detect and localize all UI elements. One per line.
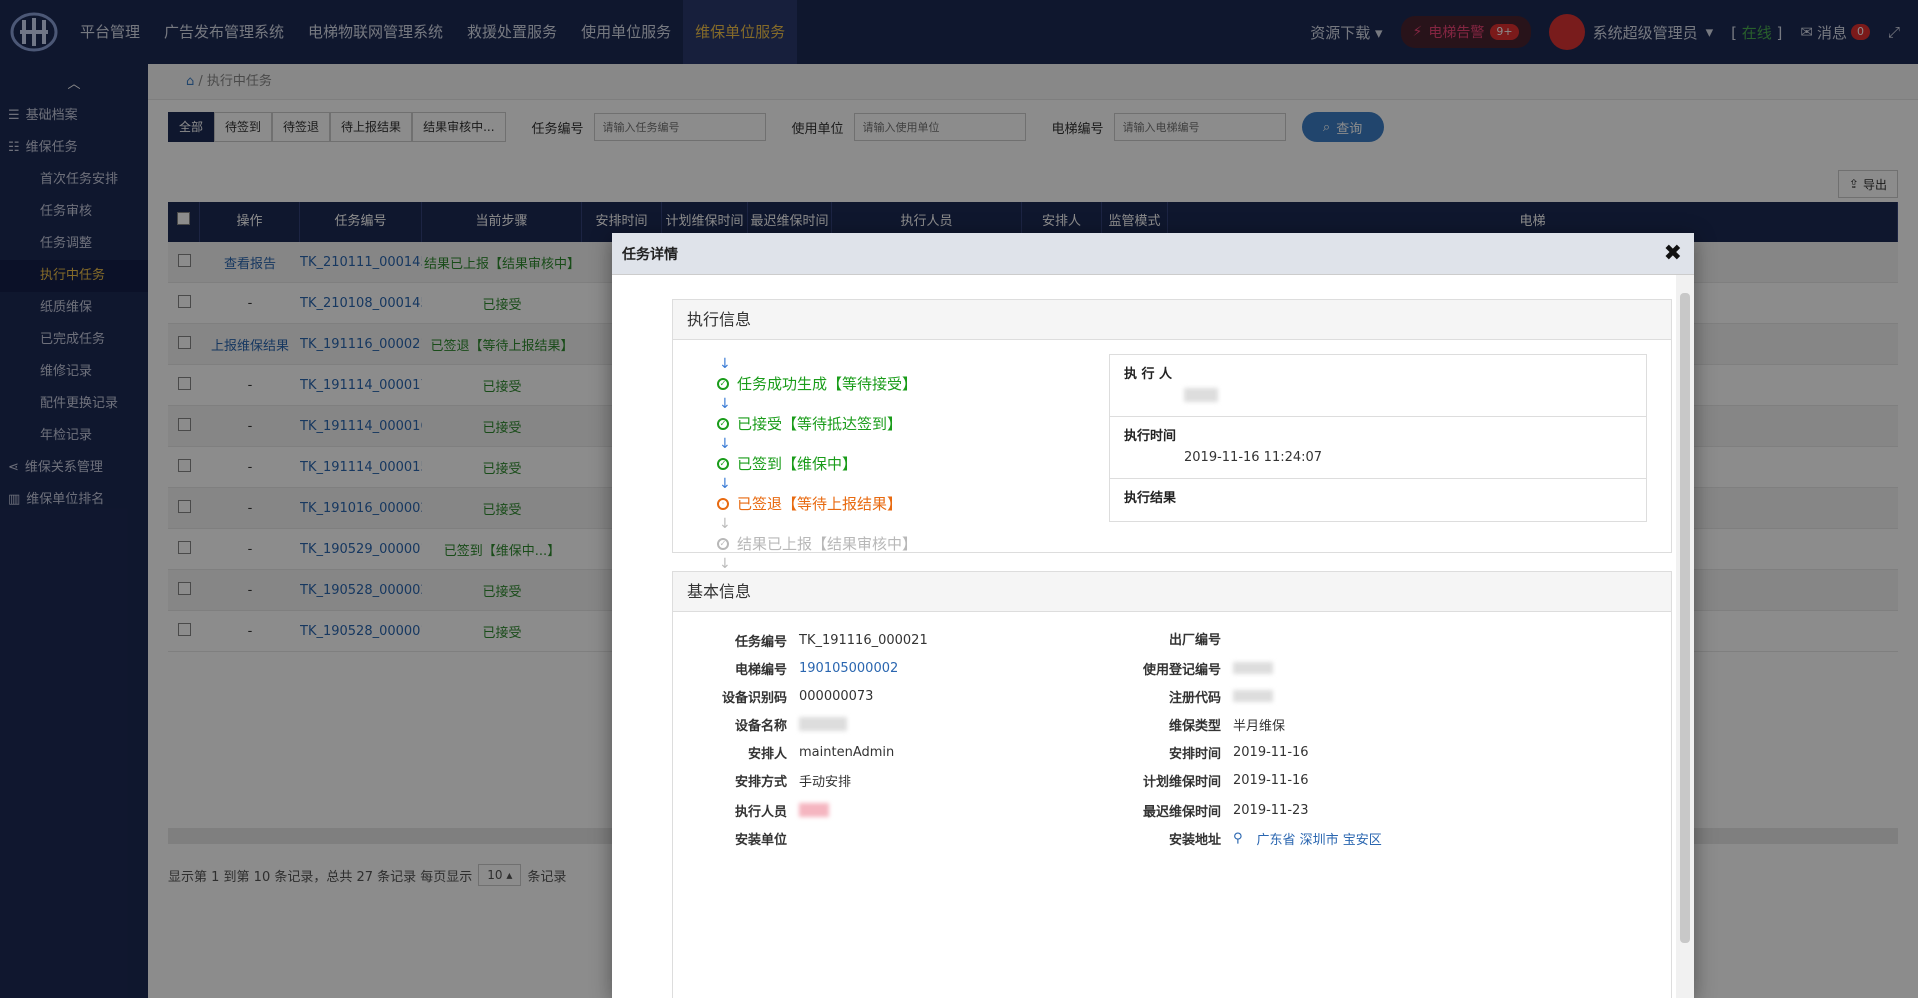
step-check-icon: ✓ (717, 458, 729, 470)
info-row-left: 安装单位 (673, 826, 799, 850)
step-arrow-icon: ↓ (719, 476, 731, 492)
modal-header: 任务详情 ✖ (612, 233, 1694, 275)
exec-time-row: 执行时间 2019-11-16 11:24:07 (1110, 417, 1646, 479)
info-row-right: 出厂编号 (1073, 626, 1233, 650)
exec-result-row: 执行结果 (1110, 479, 1646, 521)
info-row-right: 注册代码 (1073, 684, 1273, 708)
info-row-right: 安装地址 ⚲ 广东省 深圳市 宝安区 (1073, 826, 1382, 850)
task-detail-modal: 任务详情 ✖ 执行信息 ↓ ✓ 任务成功生成【等待接受】 ↓ ✓ 已接受【等待抵达签到】 ↓… (612, 233, 1694, 998)
step-label: 任务成功生成【等待接受】 (737, 375, 918, 393)
info-label: 电梯编号 (734, 662, 787, 678)
step-check-icon: ✓ (717, 418, 729, 430)
info-label: 出厂编号 (1168, 632, 1221, 648)
info-value: 000000073 (799, 688, 874, 704)
location-pin-icon: ⚲ (1233, 830, 1243, 846)
redacted-value (799, 803, 829, 817)
install-address-link[interactable]: 广东省 深圳市 宝安区 (1257, 829, 1382, 848)
basic-info-panel: 基本信息 任务编号 TK_191116_000021 电梯编号 19010500000… (672, 571, 1672, 998)
exec-person-row: 执 行 人 (1110, 355, 1646, 417)
info-value: 手动安排 (799, 774, 852, 790)
info-label: 安排方式 (734, 774, 787, 790)
redacted-value (1233, 690, 1273, 702)
info-value: 半月维保 (1233, 718, 1286, 734)
step-label: 已接受【等待抵达签到】 (737, 415, 903, 433)
scrollbar-thumb[interactable] (1680, 293, 1690, 943)
info-row-left: 设备识别码 000000073 (673, 684, 873, 708)
info-label: 安排时间 (1168, 746, 1221, 762)
info-value: TK_191116_000021 (799, 632, 928, 648)
info-value: 2019-11-16 (1233, 772, 1309, 788)
progress-step: ✓ 任务成功生成【等待接受】 (717, 372, 917, 396)
step-arrow-icon: ↓ (719, 516, 731, 532)
info-row-left: 设备名称 (673, 712, 847, 736)
info-label: 维保类型 (1168, 718, 1221, 734)
exec-result-label: 执行结果 (1124, 491, 1177, 506)
info-row-left: 任务编号 TK_191116_000021 (673, 628, 928, 652)
info-row-right: 计划维保时间 2019-11-16 (1073, 768, 1309, 792)
info-label: 安装单位 (734, 832, 787, 848)
step-label: 已签到【维保中】 (737, 455, 858, 473)
step-arrow-icon: ↓ (719, 396, 731, 412)
info-label: 设备识别码 (721, 690, 787, 706)
info-row-right: 安排时间 2019-11-16 (1073, 740, 1309, 764)
exec-info-panel: 执行信息 ↓ ✓ 任务成功生成【等待接受】 ↓ ✓ 已接受【等待抵达签到】 ↓ ✓ 已签到【维保… (672, 299, 1672, 593)
info-value: 2019-11-16 (1233, 744, 1309, 760)
exec-time-label: 执行时间 (1124, 429, 1177, 444)
progress-step: ✓ 结果已上报【结果审核中】 (717, 532, 917, 556)
info-label: 设备名称 (734, 718, 787, 734)
info-label: 计划维保时间 (1142, 774, 1221, 790)
elevator-no-link[interactable]: 190105000002 (799, 661, 898, 676)
exec-time-value: 2019-11-16 11:24:07 (1184, 450, 1323, 465)
step-arrow-icon: ↓ (719, 436, 731, 452)
progress-step: ✓ 已接受【等待抵达签到】 (717, 412, 917, 436)
info-row-right: 维保类型 半月维保 (1073, 712, 1285, 736)
step-arrow-icon: ↓ (719, 556, 731, 572)
info-row-left: 执行人员 (673, 798, 829, 822)
redacted-value (799, 717, 847, 731)
exec-detail-box: 执 行 人 执行时间 2019-11-16 11:24:07 执行结果 (1109, 354, 1647, 522)
step-label: 结果已上报【结果审核中】 (737, 535, 918, 553)
info-label: 执行人员 (734, 804, 787, 820)
info-label: 使用登记编号 (1142, 662, 1221, 678)
modal-title: 任务详情 (622, 246, 678, 263)
progress-step: · 已签退【等待上报结果】 (717, 492, 917, 516)
exec-info-title: 执行信息 (673, 300, 1671, 340)
info-row-left: 安排方式 手动安排 (673, 768, 851, 792)
info-label: 安装地址 (1168, 832, 1221, 848)
exec-person-value (1124, 388, 1632, 406)
info-label: 安排人 (747, 746, 787, 762)
info-row-right: 最迟维保时间 2019-11-23 (1073, 798, 1309, 822)
info-value: maintenAdmin (799, 744, 895, 760)
close-icon[interactable]: ✖ (1664, 241, 1682, 266)
progress-step: ✓ 已签到【维保中】 (717, 452, 917, 476)
basic-info-title: 基本信息 (673, 572, 1671, 612)
step-label: 已签退【等待上报结果】 (737, 495, 903, 513)
redacted-value (1233, 662, 1273, 674)
info-value: 2019-11-23 (1233, 802, 1309, 818)
modal-vertical-scrollbar[interactable] (1676, 275, 1694, 998)
modal-body: 执行信息 ↓ ✓ 任务成功生成【等待接受】 ↓ ✓ 已接受【等待抵达签到】 ↓ ✓ 已签到【维保… (612, 275, 1676, 998)
info-row-left: 安排人 maintenAdmin (673, 740, 894, 764)
progress-steps: ↓ ✓ 任务成功生成【等待接受】 ↓ ✓ 已接受【等待抵达签到】 ↓ ✓ 已签到【维保中】 ↓ · 已… (717, 356, 917, 596)
info-label: 注册代码 (1168, 690, 1221, 706)
exec-person-label: 执 行 人 (1124, 367, 1173, 382)
info-row-right: 使用登记编号 (1073, 656, 1273, 680)
step-check-icon: ✓ (717, 538, 729, 550)
info-row-left: 电梯编号 190105000002 (673, 656, 898, 680)
info-label: 任务编号 (734, 634, 787, 650)
step-arrow-icon: ↓ (719, 356, 731, 372)
step-check-icon: · (717, 498, 729, 510)
info-label: 最迟维保时间 (1142, 804, 1221, 820)
step-check-icon: ✓ (717, 378, 729, 390)
